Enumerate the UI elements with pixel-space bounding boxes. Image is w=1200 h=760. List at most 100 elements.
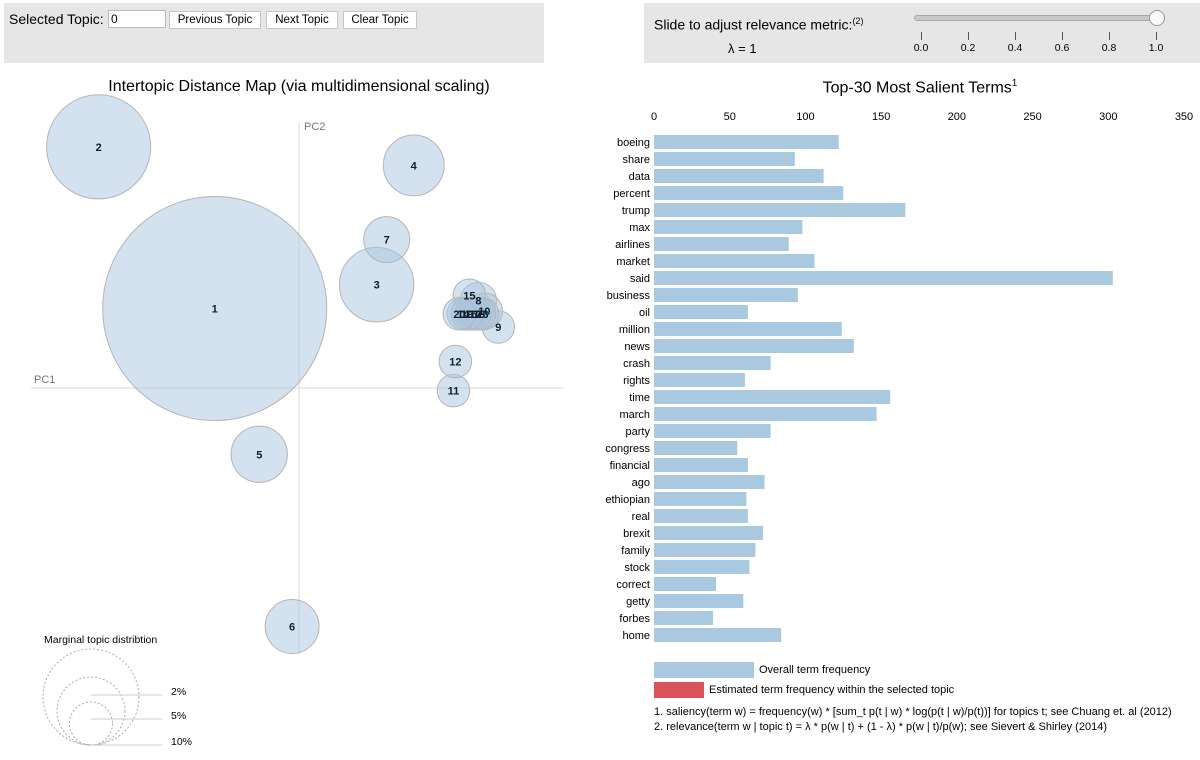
term-label-million[interactable]: million bbox=[619, 324, 650, 336]
bar-trump[interactable] bbox=[654, 203, 906, 217]
term-label-ethiopian[interactable]: ethiopian bbox=[605, 494, 650, 506]
term-label-crash[interactable]: crash bbox=[623, 358, 650, 370]
legend-overall-swatch bbox=[654, 662, 754, 678]
term-label-percent[interactable]: percent bbox=[613, 188, 650, 200]
bar-oil[interactable] bbox=[654, 305, 748, 319]
bar-news[interactable] bbox=[654, 339, 854, 353]
topic-bubble-label-15: 15 bbox=[463, 290, 475, 302]
topic-bubble-label-3: 3 bbox=[374, 280, 380, 292]
term-label-business[interactable]: business bbox=[607, 290, 651, 302]
bar-getty[interactable] bbox=[654, 594, 744, 608]
bar-x-tick-label: 300 bbox=[1099, 111, 1117, 123]
bar-brexit[interactable] bbox=[654, 526, 764, 540]
term-label-share[interactable]: share bbox=[622, 154, 650, 166]
footnote-saliency: 1. saliency(term w) = frequency(w) * [su… bbox=[654, 706, 1172, 718]
topic-bubble-label-5: 5 bbox=[256, 449, 262, 461]
bar-crash[interactable] bbox=[654, 356, 771, 370]
bar-x-tick-label: 50 bbox=[724, 111, 736, 123]
topic-bubble-label-12: 12 bbox=[449, 357, 461, 369]
legend-overall-label: Overall term frequency bbox=[759, 664, 871, 676]
bar-percent[interactable] bbox=[654, 186, 844, 200]
term-label-news[interactable]: news bbox=[624, 341, 650, 353]
topic-bubble-label-1: 1 bbox=[212, 304, 218, 316]
term-label-boeing[interactable]: boeing bbox=[617, 137, 650, 149]
marginal-legend-label: 2% bbox=[171, 686, 186, 698]
pc2-axis-label: PC2 bbox=[304, 121, 325, 133]
bar-x-tick-label: 200 bbox=[948, 111, 966, 123]
intertopic-distance-map: PC1 PC2 1234567891011121314151617181920 … bbox=[31, 94, 564, 748]
term-label-airlines[interactable]: airlines bbox=[615, 239, 650, 251]
legend-topic-label: Estimated term frequency within the sele… bbox=[709, 684, 955, 696]
term-label-max[interactable]: max bbox=[629, 222, 650, 234]
legend-topic-swatch bbox=[654, 682, 704, 698]
topic-bubble-label-7: 7 bbox=[384, 235, 390, 247]
marginal-legend-label: 5% bbox=[171, 710, 186, 722]
term-label-financial[interactable]: financial bbox=[610, 460, 650, 472]
term-label-time[interactable]: time bbox=[629, 392, 650, 404]
bar-airlines[interactable] bbox=[654, 237, 789, 251]
bar-financial[interactable] bbox=[654, 458, 748, 472]
pc1-axis-label: PC1 bbox=[34, 374, 55, 386]
topic-bubble-label-11: 11 bbox=[448, 386, 460, 398]
bar-x-tick-label: 250 bbox=[1023, 111, 1041, 123]
bar-x-ticks: 0 50 100 150 200 250 300 350 bbox=[651, 111, 1193, 123]
topic-bubble-label-6: 6 bbox=[289, 622, 295, 634]
term-label-party[interactable]: party bbox=[626, 426, 651, 438]
bar-stock[interactable] bbox=[654, 560, 750, 574]
bar-march[interactable] bbox=[654, 407, 877, 421]
term-label-trump[interactable]: trump bbox=[622, 205, 650, 217]
bar-boeing[interactable] bbox=[654, 135, 839, 149]
bar-x-tick-label: 150 bbox=[872, 111, 890, 123]
bar-x-tick-label: 100 bbox=[796, 111, 814, 123]
marginal-legend-circle bbox=[56, 676, 126, 746]
marginal-legend-title: Marginal topic distribtion bbox=[44, 634, 157, 646]
term-label-data[interactable]: data bbox=[629, 171, 651, 183]
bar-correct[interactable] bbox=[654, 577, 717, 591]
term-label-correct[interactable]: correct bbox=[616, 579, 650, 591]
bar-ethiopian[interactable] bbox=[654, 492, 747, 506]
bar-market[interactable] bbox=[654, 254, 815, 268]
bar-business[interactable] bbox=[654, 288, 798, 302]
term-label-ago[interactable]: ago bbox=[632, 477, 650, 489]
bar-rows: boeing share data percent trump max airlines ma… bbox=[605, 135, 1113, 642]
bar-said[interactable] bbox=[654, 271, 1113, 285]
marginal-legend-label: 10% bbox=[171, 736, 192, 748]
term-label-home[interactable]: home bbox=[622, 630, 650, 642]
bar-real[interactable] bbox=[654, 509, 748, 523]
term-label-stock[interactable]: stock bbox=[624, 562, 650, 574]
bar-congress[interactable] bbox=[654, 441, 738, 455]
salient-terms-chart: 0 50 100 150 200 250 300 350 boeing share data per… bbox=[605, 111, 1193, 698]
topic-bubble-label-9: 9 bbox=[495, 322, 501, 334]
term-label-brexit[interactable]: brexit bbox=[623, 528, 650, 540]
term-label-real[interactable]: real bbox=[632, 511, 650, 523]
topic-bubble-label-2: 2 bbox=[96, 142, 102, 154]
bar-home[interactable] bbox=[654, 628, 782, 642]
topic-bubbles bbox=[46, 94, 516, 654]
bar-x-tick-label: 0 bbox=[651, 111, 657, 123]
term-label-oil[interactable]: oil bbox=[639, 307, 650, 319]
bar-x-tick-label: 350 bbox=[1175, 111, 1193, 123]
bar-share[interactable] bbox=[654, 152, 795, 166]
term-label-congress[interactable]: congress bbox=[605, 443, 650, 455]
term-label-family[interactable]: family bbox=[621, 545, 650, 557]
marginal-legend: 2% 5% 10% bbox=[42, 648, 192, 748]
term-label-getty[interactable]: getty bbox=[626, 596, 650, 608]
bar-family[interactable] bbox=[654, 543, 756, 557]
term-label-said[interactable]: said bbox=[630, 273, 650, 285]
term-label-rights[interactable]: rights bbox=[623, 375, 650, 387]
topic-bubble-label-20: 20 bbox=[453, 309, 465, 321]
term-label-forbes[interactable]: forbes bbox=[619, 613, 650, 625]
bar-party[interactable] bbox=[654, 424, 771, 438]
marginal-legend-circle bbox=[69, 701, 113, 746]
bar-data[interactable] bbox=[654, 169, 824, 183]
topic-bubble-label-4: 4 bbox=[411, 160, 418, 172]
bar-time[interactable] bbox=[654, 390, 891, 404]
bar-max[interactable] bbox=[654, 220, 803, 234]
bar-ago[interactable] bbox=[654, 475, 765, 489]
bar-million[interactable] bbox=[654, 322, 842, 336]
topic-bubble-label-18: 18 bbox=[473, 309, 485, 321]
bar-rights[interactable] bbox=[654, 373, 745, 387]
term-label-market[interactable]: market bbox=[616, 256, 650, 268]
term-label-march[interactable]: march bbox=[619, 409, 650, 421]
bar-forbes[interactable] bbox=[654, 611, 714, 625]
